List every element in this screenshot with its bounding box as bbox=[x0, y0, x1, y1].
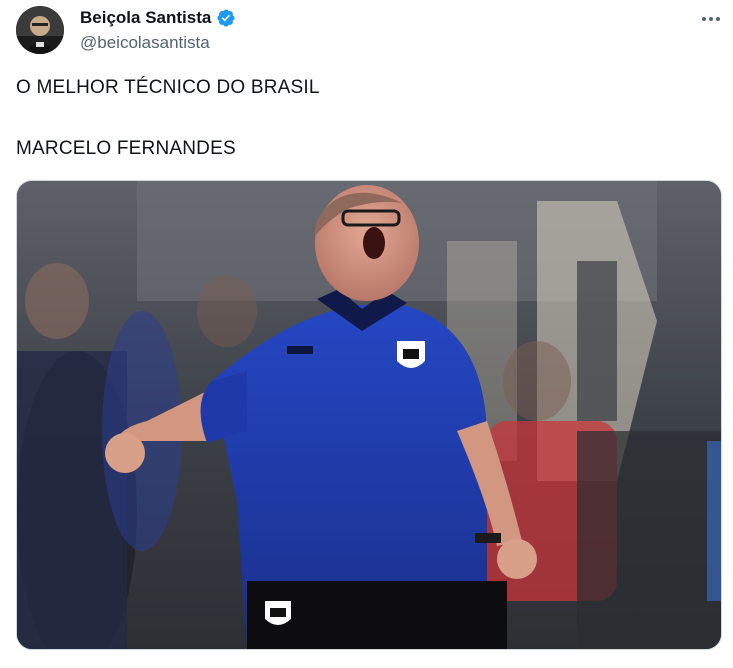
author-display-name[interactable]: Beiçola Santista bbox=[80, 8, 211, 28]
tweet-photo[interactable] bbox=[16, 180, 722, 650]
verified-badge-icon[interactable] bbox=[216, 8, 236, 28]
more-options-icon[interactable] bbox=[698, 8, 724, 30]
tweet-text-line: O MELHOR TÉCNICO DO BRASIL bbox=[16, 77, 320, 98]
author-name-row: Beiçola Santista bbox=[80, 8, 236, 28]
tweet-card: Beiçola Santista @beicolasantista O MELH… bbox=[0, 0, 733, 668]
avatar[interactable] bbox=[16, 6, 64, 54]
tweet-text-line: MARCELO FERNANDES bbox=[16, 138, 236, 159]
author-handle[interactable]: @beicolasantista bbox=[80, 33, 210, 53]
photo-coach-celebrating bbox=[17, 181, 721, 649]
avatar-image bbox=[16, 6, 64, 54]
